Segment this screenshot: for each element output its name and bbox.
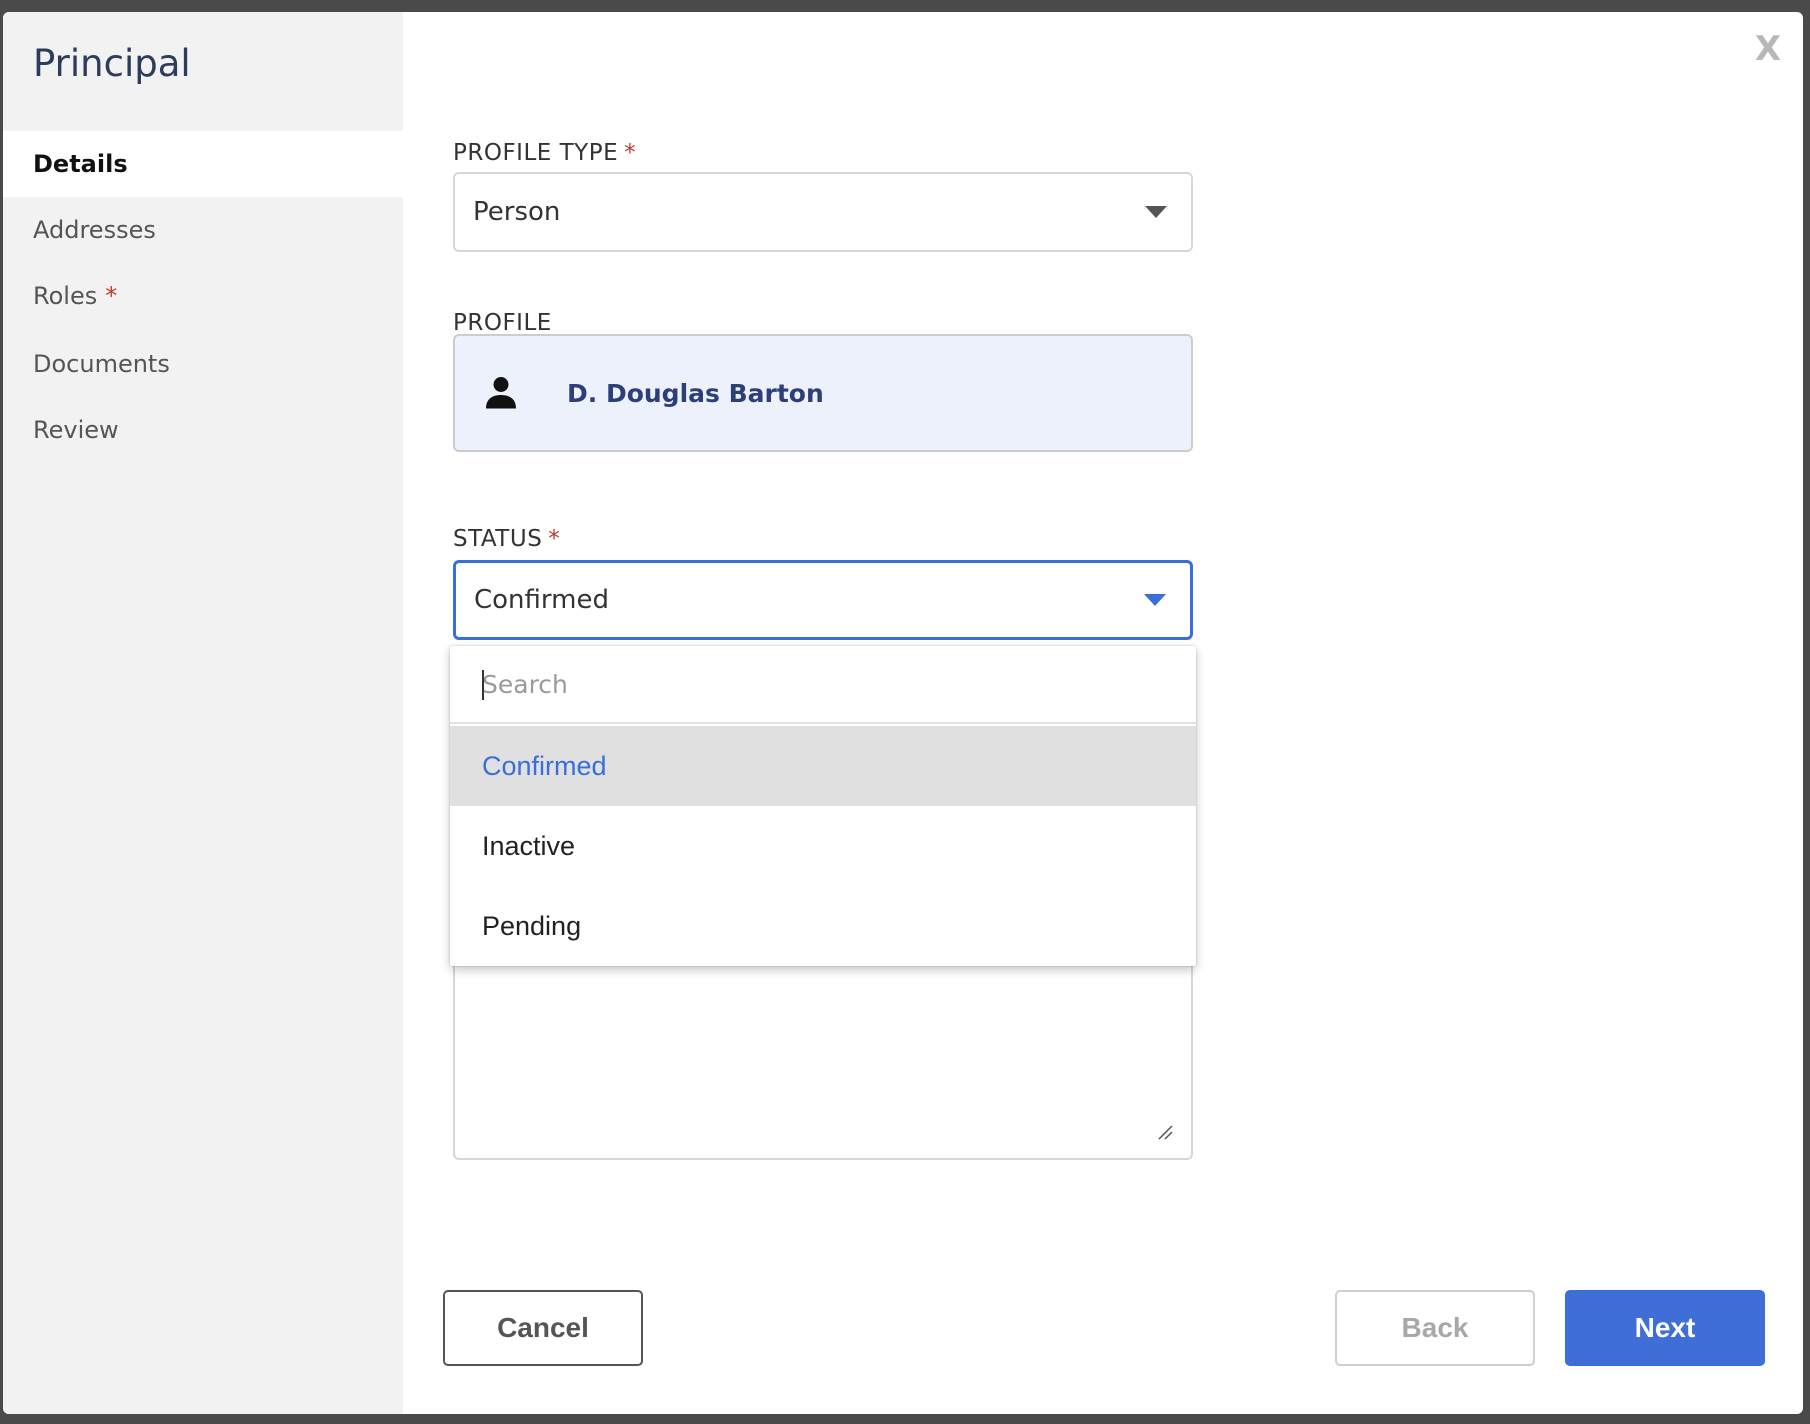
sidebar-item-documents[interactable]: Documents xyxy=(3,331,403,397)
sidebar-item-review[interactable]: Review xyxy=(3,397,403,463)
sidebar-item-label: Details xyxy=(33,150,128,178)
sidebar-item-details[interactable]: Details xyxy=(3,131,403,197)
text-cursor xyxy=(482,670,484,700)
status-label-text: STATUS xyxy=(453,526,543,552)
next-button[interactable]: Next xyxy=(1565,1290,1765,1366)
option-label: Confirmed xyxy=(482,750,607,781)
profile-type-label-text: PROFILE TYPE xyxy=(453,140,619,166)
status-value: Confirmed xyxy=(474,585,609,615)
chevron-down-icon xyxy=(1145,206,1167,218)
sidebar-item-label: Documents xyxy=(33,350,170,378)
sidebar-title: Principal xyxy=(33,42,191,85)
option-confirmed[interactable]: Confirmed xyxy=(450,726,1196,806)
sidebar-item-label: Review xyxy=(33,416,119,444)
profile-label: PROFILE xyxy=(453,310,552,336)
search-input[interactable] xyxy=(450,646,1196,724)
principal-modal: Principal Details Addresses Roles * Docu… xyxy=(3,12,1803,1414)
profile-name: D. Douglas Barton xyxy=(567,378,824,408)
status-dropdown: Confirmed Inactive Pending xyxy=(450,646,1196,966)
notes-textarea[interactable] xyxy=(453,932,1193,1160)
close-button[interactable]: X xyxy=(1745,26,1791,72)
option-inactive[interactable]: Inactive xyxy=(450,806,1196,886)
chevron-down-icon xyxy=(1144,594,1166,606)
back-button[interactable]: Back xyxy=(1335,1290,1535,1366)
close-icon: X xyxy=(1754,29,1782,69)
cancel-button[interactable]: Cancel xyxy=(443,1290,643,1366)
sidebar-item-addresses[interactable]: Addresses xyxy=(3,197,403,263)
required-asterisk: * xyxy=(548,526,561,552)
required-asterisk: * xyxy=(624,140,637,166)
status-label: STATUS * xyxy=(453,526,560,552)
profile-type-value: Person xyxy=(473,197,561,227)
profile-label-text: PROFILE xyxy=(453,310,552,336)
option-pending[interactable]: Pending xyxy=(450,886,1196,966)
sidebar-item-label: Roles xyxy=(33,282,98,310)
sidebar-item-roles[interactable]: Roles * xyxy=(3,263,403,329)
sidebar-item-label: Addresses xyxy=(33,216,156,244)
option-label: Pending xyxy=(482,910,582,941)
person-icon xyxy=(486,377,516,409)
option-label: Inactive xyxy=(482,830,576,861)
profile-card[interactable]: D. Douglas Barton xyxy=(453,334,1193,452)
sidebar: Principal Details Addresses Roles * Docu… xyxy=(3,12,403,1414)
required-asterisk: * xyxy=(105,282,118,310)
status-select[interactable]: Confirmed xyxy=(453,560,1193,640)
profile-type-select[interactable]: Person xyxy=(453,172,1193,252)
profile-type-label: PROFILE TYPE * xyxy=(453,140,636,166)
resize-handle-icon[interactable] xyxy=(1157,1124,1173,1140)
